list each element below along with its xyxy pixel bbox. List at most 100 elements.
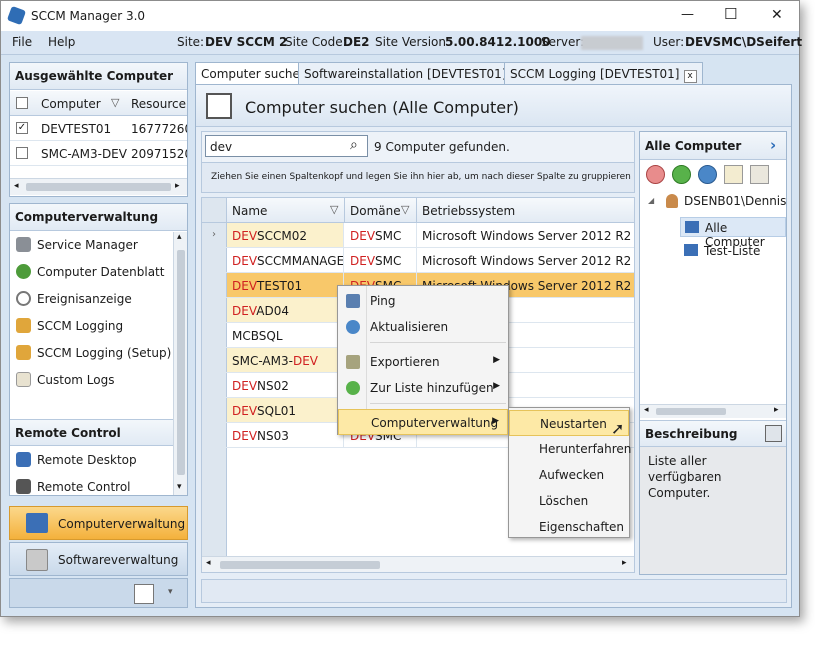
- cell-name: DEVAD04: [227, 298, 344, 322]
- col-os[interactable]: Betriebssystem: [422, 204, 515, 218]
- scroll-up-icon[interactable]: ▴: [177, 232, 182, 242]
- table-row[interactable]: ✓ DEVTEST01 16777260: [10, 116, 187, 141]
- scroll-right-icon[interactable]: ▸: [622, 558, 627, 568]
- computers-icon: [685, 221, 699, 233]
- select-all-checkbox[interactable]: [16, 97, 28, 109]
- scroll-right-icon[interactable]: ▸: [774, 405, 779, 415]
- menu-loeschen[interactable]: Löschen: [509, 488, 629, 514]
- nav-remote-desktop[interactable]: Remote Desktop: [10, 447, 173, 474]
- site-version-value: 5.00.8412.1000: [445, 35, 551, 49]
- horizontal-scrollbar[interactable]: ◂ ▸: [10, 178, 187, 195]
- filter-icon[interactable]: ▽: [401, 203, 409, 216]
- scroll-thumb[interactable]: [220, 561, 380, 569]
- nav-sccm-logging[interactable]: SCCM Logging: [10, 313, 173, 340]
- menu-help[interactable]: Help: [48, 35, 75, 49]
- scroll-left-icon[interactable]: ◂: [14, 181, 19, 191]
- menu-herunterfahren[interactable]: Herunterfahren: [509, 436, 631, 462]
- cell-name: MCBSQL: [227, 323, 344, 347]
- scroll-thumb[interactable]: [656, 408, 726, 415]
- tree-item-test-liste[interactable]: Test-Liste: [680, 241, 786, 261]
- save-icon[interactable]: [765, 425, 782, 442]
- minimize-button[interactable]: —: [681, 7, 694, 22]
- cell-name: DEVSCCMMANAGER: [227, 248, 344, 272]
- horizontal-scrollbar[interactable]: ◂ ▸: [202, 556, 634, 572]
- nav-softwareverwaltung-button[interactable]: Softwareverwaltung: [9, 542, 188, 576]
- row-checkbox[interactable]: [16, 147, 28, 159]
- col-resourceid[interactable]: ResourceID: [131, 97, 187, 111]
- description-text: Liste aller verfügbaren Computer.: [640, 447, 786, 574]
- match-highlight: DEV: [232, 254, 258, 268]
- col-domain[interactable]: Domäne: [350, 204, 401, 218]
- tab-computer-suchen[interactable]: Computer suchen: [195, 62, 314, 85]
- chart-icon[interactable]: [134, 584, 154, 604]
- site-code-value: DE2: [343, 35, 370, 49]
- refresh-icon[interactable]: [698, 165, 717, 184]
- menu-eigenschaften[interactable]: Eigenschaften: [509, 514, 629, 540]
- menu-zur-liste-hinzufuegen[interactable]: Zur Liste hinzufügen ▶: [338, 375, 508, 401]
- menu-exportieren[interactable]: Exportieren ▶: [338, 349, 508, 375]
- search-input[interactable]: dev ⌕: [205, 135, 368, 157]
- row-indicator-icon: ›: [202, 223, 227, 247]
- filter-icon[interactable]: ▽: [111, 96, 119, 109]
- close-button[interactable]: ✕: [771, 7, 783, 23]
- col-computer[interactable]: Computer: [41, 97, 101, 111]
- cell-name: DEVNS02: [227, 373, 344, 397]
- nav-ereignisanzeige[interactable]: Ereignisanzeige: [10, 286, 173, 313]
- edit-icon[interactable]: [724, 165, 743, 184]
- table-row[interactable]: SMC-AM3-DEV 2097152000: [10, 141, 187, 166]
- row-checkbox-checked[interactable]: ✓: [16, 122, 28, 134]
- delete-icon[interactable]: [646, 165, 665, 184]
- nav-remote-control[interactable]: Remote Control: [10, 474, 173, 495]
- page-title: Computer suchen (Alle Computer): [245, 98, 519, 117]
- row-indicator: [202, 373, 227, 397]
- nav-computerverwaltung-button[interactable]: Computerverwaltung: [9, 506, 188, 540]
- horizontal-scrollbar[interactable]: ◂ ▸: [640, 404, 786, 418]
- tree-expand-icon[interactable]: ◢: [648, 196, 654, 205]
- menu-file[interactable]: File: [12, 35, 32, 49]
- scroll-right-icon[interactable]: ▸: [175, 181, 180, 191]
- vertical-scrollbar[interactable]: ▴ ▾: [173, 232, 187, 495]
- cell-name: DEVTEST01: [227, 273, 344, 297]
- scroll-down-icon[interactable]: ▾: [177, 482, 182, 492]
- user-value: DEVSMC\DSeifert: [685, 35, 803, 49]
- name-text: NS02: [257, 379, 289, 393]
- table-row[interactable]: › DEVSCCM02 DEVSMC Microsoft Windows Server…: [202, 223, 634, 248]
- tree-root[interactable]: DSENB01\Dennis Seifert: [684, 194, 786, 208]
- nav-sccm-logging-setup[interactable]: SCCM Logging (Setup): [10, 340, 173, 367]
- menu-aufwecken[interactable]: Aufwecken: [509, 462, 629, 488]
- scroll-thumb[interactable]: [26, 183, 171, 191]
- tree-item-alle-computer[interactable]: Alle Computer: [680, 217, 786, 249]
- refresh-icon: [346, 320, 360, 334]
- row-indicator: [202, 248, 227, 272]
- table-row[interactable]: DEVSCCMMANAGER DEVSMC Microsoft Windows Se…: [202, 248, 634, 273]
- tab-sccm-logging[interactable]: SCCM Logging [DEVTEST01] x: [504, 62, 703, 84]
- magnifier-icon[interactable]: ⌕: [350, 137, 358, 153]
- add-icon[interactable]: [672, 165, 691, 184]
- import-icon[interactable]: [750, 165, 769, 184]
- maximize-button[interactable]: ☐: [724, 5, 737, 23]
- row-indicator-column: [202, 448, 227, 556]
- match-highlight: DEV: [350, 229, 376, 243]
- scroll-icon: [16, 372, 31, 387]
- scroll-left-icon[interactable]: ◂: [644, 405, 649, 415]
- nav-computer-datenblatt[interactable]: Computer Datenblatt: [10, 259, 173, 286]
- filter-icon[interactable]: ▽: [330, 203, 338, 216]
- col-name[interactable]: Name: [232, 204, 267, 218]
- result-grid-header: Name ▽ Domäne ▽ Betriebssystem: [202, 198, 634, 223]
- close-tab-icon[interactable]: x: [683, 70, 697, 83]
- group-hint[interactable]: Ziehen Sie einen Spaltenkopf und legen S…: [202, 162, 634, 192]
- nav-custom-logs[interactable]: Custom Logs: [10, 367, 173, 394]
- chevron-right-icon[interactable]: ›: [770, 136, 776, 154]
- chevron-down-icon[interactable]: ▾: [168, 587, 173, 597]
- menu-aktualisieren[interactable]: Aktualisieren: [338, 314, 508, 340]
- row-indicator: [202, 298, 227, 322]
- app-window: SCCM Manager 3.0 — ☐ ✕ File Help Site: D…: [0, 0, 803, 617]
- scroll-thumb[interactable]: [177, 250, 185, 475]
- scroll-left-icon[interactable]: ◂: [206, 558, 211, 568]
- menu-ping[interactable]: Ping: [338, 288, 508, 314]
- cell-name: SMC-AM3-DEV: [227, 348, 344, 372]
- nav-service-manager[interactable]: Service Manager: [10, 232, 173, 259]
- tab-softwareinstallation[interactable]: Softwareinstallation [DEVTEST01]x: [298, 62, 530, 84]
- menu-computerverwaltung[interactable]: Computerverwaltung ▶: [338, 409, 508, 435]
- window-title: SCCM Manager 3.0: [31, 9, 146, 23]
